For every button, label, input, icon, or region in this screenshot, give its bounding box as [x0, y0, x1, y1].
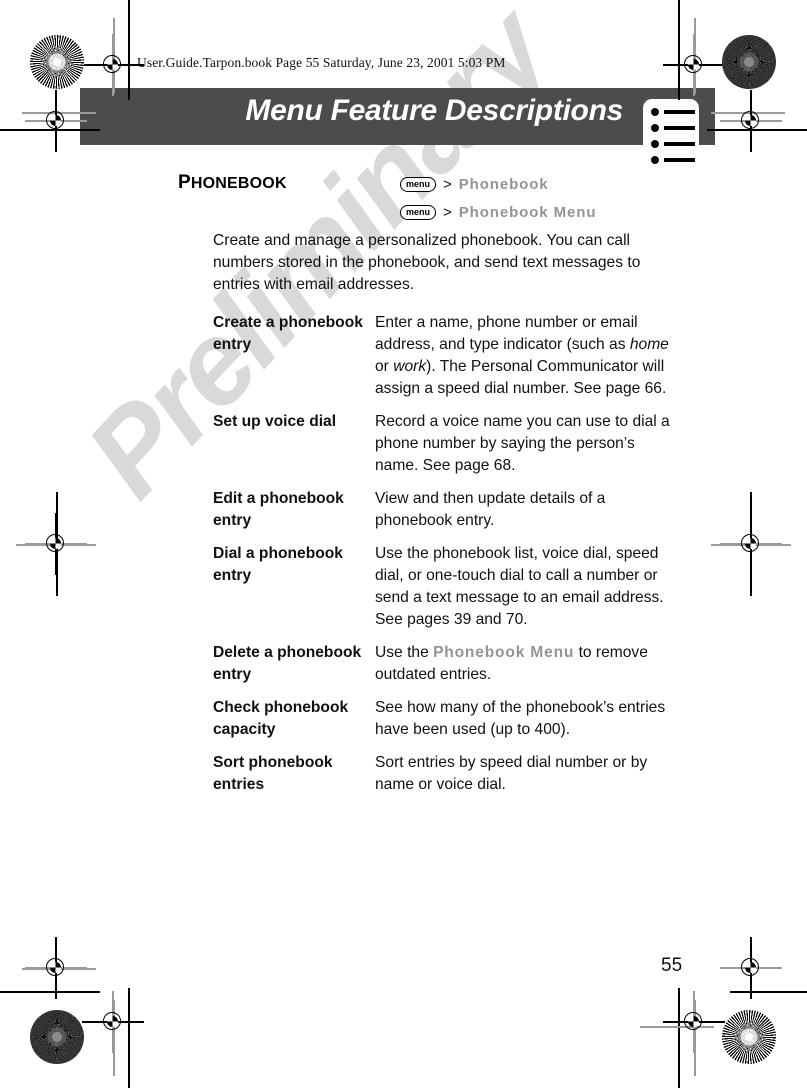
feature-term: Create a phonebook entry — [213, 314, 363, 353]
feature-term: Set up voice dial — [213, 413, 337, 430]
feature-row: Edit a phonebook entry View and then upda… — [213, 488, 673, 543]
nav-path-2: menu > Phonebook Menu — [400, 204, 596, 221]
feature-term: Delete a phonebook entry — [213, 644, 362, 683]
description-text: View and then update details of a phoneb… — [375, 490, 606, 529]
nav-path-label: Phonebook — [458, 176, 549, 193]
page-content: User.Guide.Tarpon.book Page 55 Saturday,… — [0, 0, 807, 1088]
description-text: Sort entries by speed dial number or by … — [375, 754, 648, 793]
section-heading: PHONEBOOK — [178, 172, 287, 194]
feature-description: Record a voice name you can use to dial … — [375, 411, 673, 488]
feature-description: Use the phonebook list, voice dial, spee… — [375, 543, 673, 642]
printed-page: Preliminary Menu Feature Descriptions Us… — [0, 0, 807, 1088]
description-text: See how many of the phonebook’s entries … — [375, 699, 666, 738]
feature-term: Dial a phonebook entry — [213, 545, 343, 584]
feature-description: Enter a name, phone number or email addr… — [375, 312, 673, 411]
feature-description: Sort entries by speed dial number or by … — [375, 752, 673, 807]
nav-path-label: Phonebook Menu — [458, 204, 597, 221]
feature-row: Set up voice dial Record a voice name you… — [213, 411, 673, 488]
nav-separator: > — [443, 176, 452, 193]
description-text: Use the phonebook list, voice dial, spee… — [375, 545, 664, 628]
nav-path-1: menu > Phonebook — [400, 176, 549, 193]
ui-label-reference: Phonebook Menu — [433, 644, 575, 661]
feature-term: Edit a phonebook entry — [213, 490, 344, 529]
emphasis-text: home — [629, 336, 669, 353]
running-head: User.Guide.Tarpon.book Page 55 Saturday,… — [137, 55, 506, 70]
menu-key-icon: menu — [400, 205, 437, 220]
feature-row: Check phonebook capacity See how many of … — [213, 697, 673, 752]
feature-table: Create a phonebook entry Enter a name, ph… — [213, 312, 673, 807]
section-intro: Create and manage a personalized phonebo… — [213, 232, 641, 293]
description-text: Record a voice name you can use to dial … — [375, 413, 670, 474]
feature-row: Delete a phonebook entry Use the Phoneboo… — [213, 642, 673, 697]
feature-row: Dial a phonebook entry Use the phonebook … — [213, 543, 673, 642]
feature-term: Sort phonebook entries — [213, 754, 333, 793]
section-heading-rest: HONEBOOK — [190, 175, 287, 192]
description-text: Use the — [375, 644, 434, 661]
feature-row: Sort phonebook entries Sort entries by sp… — [213, 752, 673, 807]
feature-row: Create a phonebook entry Enter a name, ph… — [213, 312, 673, 411]
feature-description: Use the Phonebook Menu to remove outdate… — [375, 642, 673, 697]
feature-description: View and then update details of a phoneb… — [375, 488, 673, 543]
feature-description: See how many of the phonebook’s entries … — [375, 697, 673, 752]
feature-term: Check phonebook capacity — [213, 699, 349, 738]
page-number: 55 — [661, 955, 683, 976]
description-text: Enter a name, phone number or email addr… — [375, 314, 638, 353]
emphasis-text: work — [393, 358, 427, 375]
section-heading-initial: P — [178, 172, 191, 193]
description-text: or — [375, 358, 394, 375]
nav-separator: > — [443, 204, 452, 221]
menu-key-icon: menu — [400, 177, 437, 192]
